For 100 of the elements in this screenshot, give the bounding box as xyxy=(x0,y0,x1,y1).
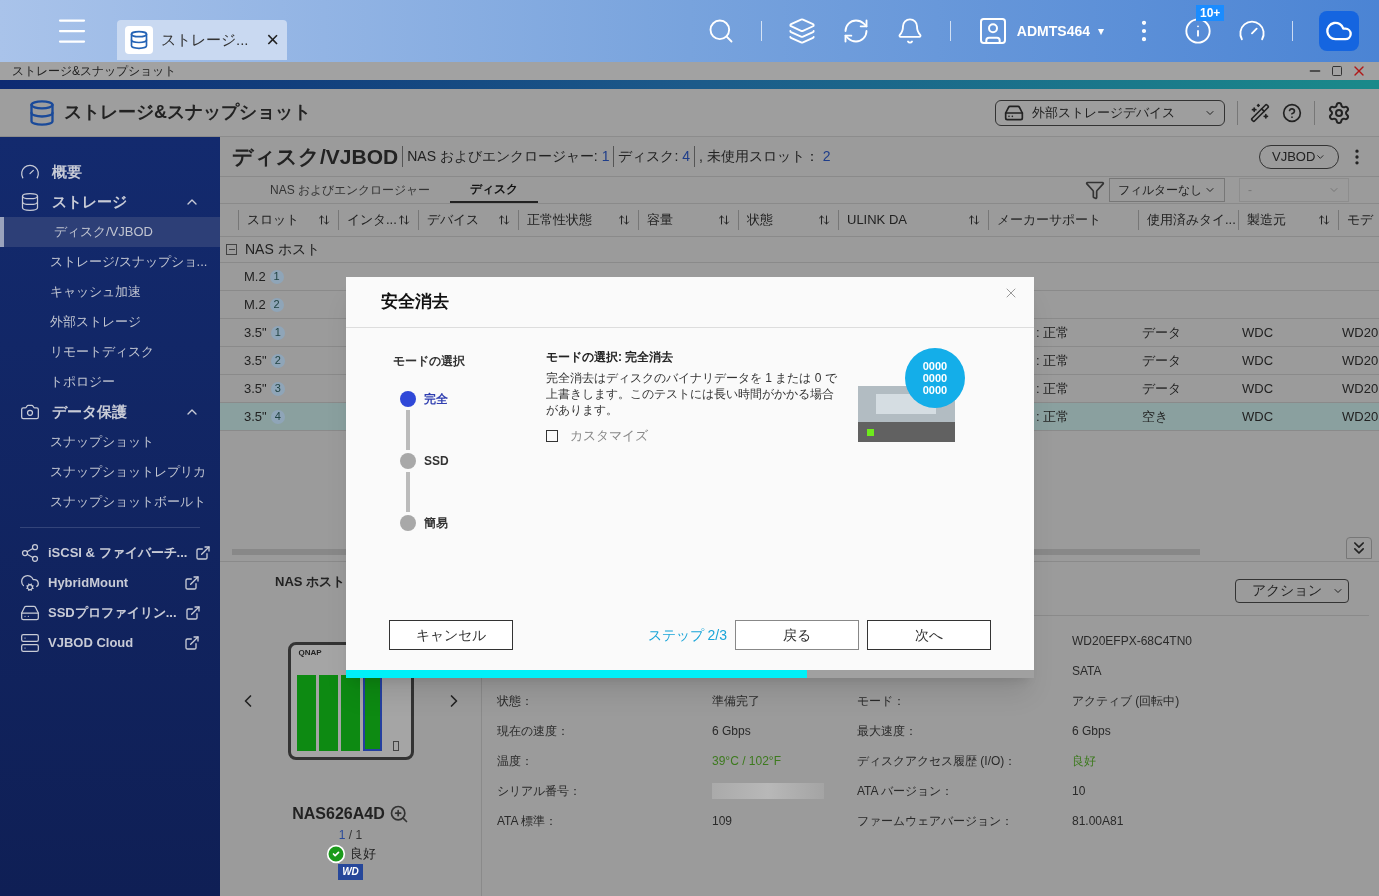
table-cell-text: WD20 xyxy=(1342,379,1378,398)
field-label: 現在の速度： xyxy=(497,723,569,740)
tab[interactable]: NAS およびエンクロージャー xyxy=(250,177,450,203)
sidebar-item[interactable]: スナップショット xyxy=(0,427,220,457)
column-header[interactable]: スロット xyxy=(238,210,338,230)
zoom-icon[interactable] xyxy=(388,803,409,824)
table-cell-text: : 正常 xyxy=(1036,351,1071,370)
table-cell-text: : 正常 xyxy=(1036,379,1071,398)
cancel-button[interactable]: キャンセル xyxy=(389,620,513,650)
back-button[interactable]: 戻る xyxy=(735,620,859,650)
mode-description: 完全消去はディスクのバイナリデータを 1 または 0 で上書きします。このテストには長い時間がかかる場合があります。 xyxy=(546,370,838,418)
external-link-icon[interactable] xyxy=(184,575,200,591)
storage-app-icon xyxy=(28,98,56,127)
column-header[interactable]: モデ xyxy=(1338,210,1379,230)
tab-close-button[interactable]: × xyxy=(266,29,279,51)
sidebar-item[interactable]: ストレージ/スナップショ... xyxy=(0,247,220,277)
sort-icon[interactable] xyxy=(398,214,410,226)
table-cell-text: データ xyxy=(1142,323,1182,342)
column-header[interactable]: 使用済みタイ... xyxy=(1138,210,1238,230)
sidebar-section[interactable]: 概要 xyxy=(52,160,200,184)
table-cell: 3.5" 2 xyxy=(244,350,320,371)
table-cell-text: 空き xyxy=(1142,407,1169,426)
sort-icon[interactable] xyxy=(318,214,330,226)
tab[interactable]: ディスク xyxy=(450,177,538,203)
sidebar-link[interactable]: SSDプロファイリン... xyxy=(48,603,177,623)
collapse-button[interactable] xyxy=(1346,537,1372,559)
magic-wand-icon[interactable] xyxy=(1250,102,1270,123)
field-value: 39°C / 102°F xyxy=(712,753,781,770)
sidebar-section[interactable]: データ保護 xyxy=(52,400,172,424)
external-link-icon[interactable] xyxy=(184,605,201,621)
field-value: アクティブ (回転中) xyxy=(1072,693,1180,710)
sidebar-link[interactable]: iSCSI & ファイバーチ... xyxy=(48,543,188,563)
sort-icon[interactable] xyxy=(1318,214,1330,226)
app-tab[interactable]: ストレージ... × xyxy=(117,20,287,60)
field-value: 6 Gbps xyxy=(1072,723,1111,740)
database-icon xyxy=(20,192,40,212)
sort-icon[interactable] xyxy=(718,214,730,226)
field-value: 良好 xyxy=(1072,753,1096,770)
next-button[interactable]: 次へ xyxy=(867,620,991,650)
field-value: 6 Gbps xyxy=(712,723,751,740)
sort-icon[interactable] xyxy=(968,214,980,226)
sidebar-item[interactable]: スナップショットボールト xyxy=(0,487,220,517)
summary-text: , 未使用スロット： 2 xyxy=(694,146,831,167)
filter-icon[interactable] xyxy=(1085,180,1105,200)
sidebar-item[interactable]: リモートディスク xyxy=(0,337,220,367)
sidebar-section[interactable]: ストレージ xyxy=(52,190,172,214)
table-cell: M.2 1 xyxy=(244,266,320,287)
sort-icon[interactable] xyxy=(618,214,630,226)
field-value: 109 xyxy=(712,813,733,830)
external-link-icon[interactable] xyxy=(184,635,200,651)
step-item[interactable]: 簡易 xyxy=(400,514,546,532)
disk-drawing: 0000 0000 0000 xyxy=(858,348,966,444)
window-title: ストレージ&スナップショット xyxy=(12,63,177,80)
sidebar-item[interactable]: キャッシュ加速 xyxy=(0,277,220,307)
column-header[interactable]: 製造元 xyxy=(1238,210,1338,230)
field-label: 状態： xyxy=(497,693,533,710)
sidebar-item[interactable]: 外部ストレージ xyxy=(0,307,220,337)
field-value: 10 xyxy=(1072,783,1086,800)
table-cell-text: WD20 xyxy=(1342,407,1378,426)
app-title: ストレージ&スナップショット xyxy=(64,101,312,124)
settings-icon[interactable] xyxy=(1327,100,1351,125)
page-title: ディスク/VJBOD xyxy=(232,143,399,170)
maximize-icon[interactable] xyxy=(1331,65,1343,77)
column-header[interactable]: デバイス xyxy=(418,210,518,230)
column-header[interactable]: 容量 xyxy=(638,210,738,230)
column-header[interactable]: メーカーサポート xyxy=(988,210,1138,230)
info-icon[interactable] xyxy=(1184,17,1212,45)
sidebar-link[interactable]: HybridMount xyxy=(48,573,176,593)
column-header[interactable]: ULINK DA xyxy=(838,210,988,230)
external-link-icon[interactable] xyxy=(195,545,212,561)
mode-heading: モードの選択: 完全消去 xyxy=(546,349,675,366)
check-icon xyxy=(325,843,346,864)
sort-icon[interactable] xyxy=(498,214,510,226)
sidebar-item[interactable]: トポロジー xyxy=(0,367,220,397)
action-dropdown[interactable]: アクション xyxy=(1235,578,1349,603)
column-header[interactable]: インタ... xyxy=(338,210,418,230)
step-indicator: ステップ 2/3 xyxy=(647,626,727,645)
column-header[interactable]: 状態 xyxy=(738,210,838,230)
step-item[interactable]: SSD xyxy=(400,452,546,470)
sidebar-item[interactable]: スナップショットレプリカ xyxy=(0,457,220,487)
table-cell-text: : 正常 xyxy=(1036,323,1071,342)
field-label: 最大速度： xyxy=(857,723,917,740)
group-row[interactable]: NAS ホスト xyxy=(220,237,1379,263)
help-icon[interactable] xyxy=(1282,102,1302,123)
column-header[interactable]: 正常性状態 xyxy=(518,210,638,230)
sidebar-link[interactable]: VJBOD Cloud xyxy=(48,633,176,653)
notification-badge: 10+ xyxy=(1196,5,1225,21)
cloud-app-icon[interactable] xyxy=(1319,11,1359,51)
status-text: 良好 xyxy=(349,844,376,863)
table-cell-text: データ xyxy=(1142,379,1182,398)
step-item[interactable]: 完全 xyxy=(400,390,546,408)
field-value: SATA xyxy=(1072,663,1102,680)
sidebar-item[interactable]: ディスク/VJBOD xyxy=(0,217,220,247)
field-value: WD20EFPX-68C4TN0 xyxy=(1072,633,1193,650)
filter-dropdown[interactable]: フィルターなし xyxy=(1109,178,1225,202)
stack-icon[interactable] xyxy=(787,17,816,45)
device-dropdown[interactable]: 外部ストレージデバイス xyxy=(995,99,1225,126)
customize-checkbox[interactable]: カスタマイズ xyxy=(546,426,846,446)
sort-icon[interactable] xyxy=(818,214,830,226)
brand-logo: WD xyxy=(338,863,363,880)
